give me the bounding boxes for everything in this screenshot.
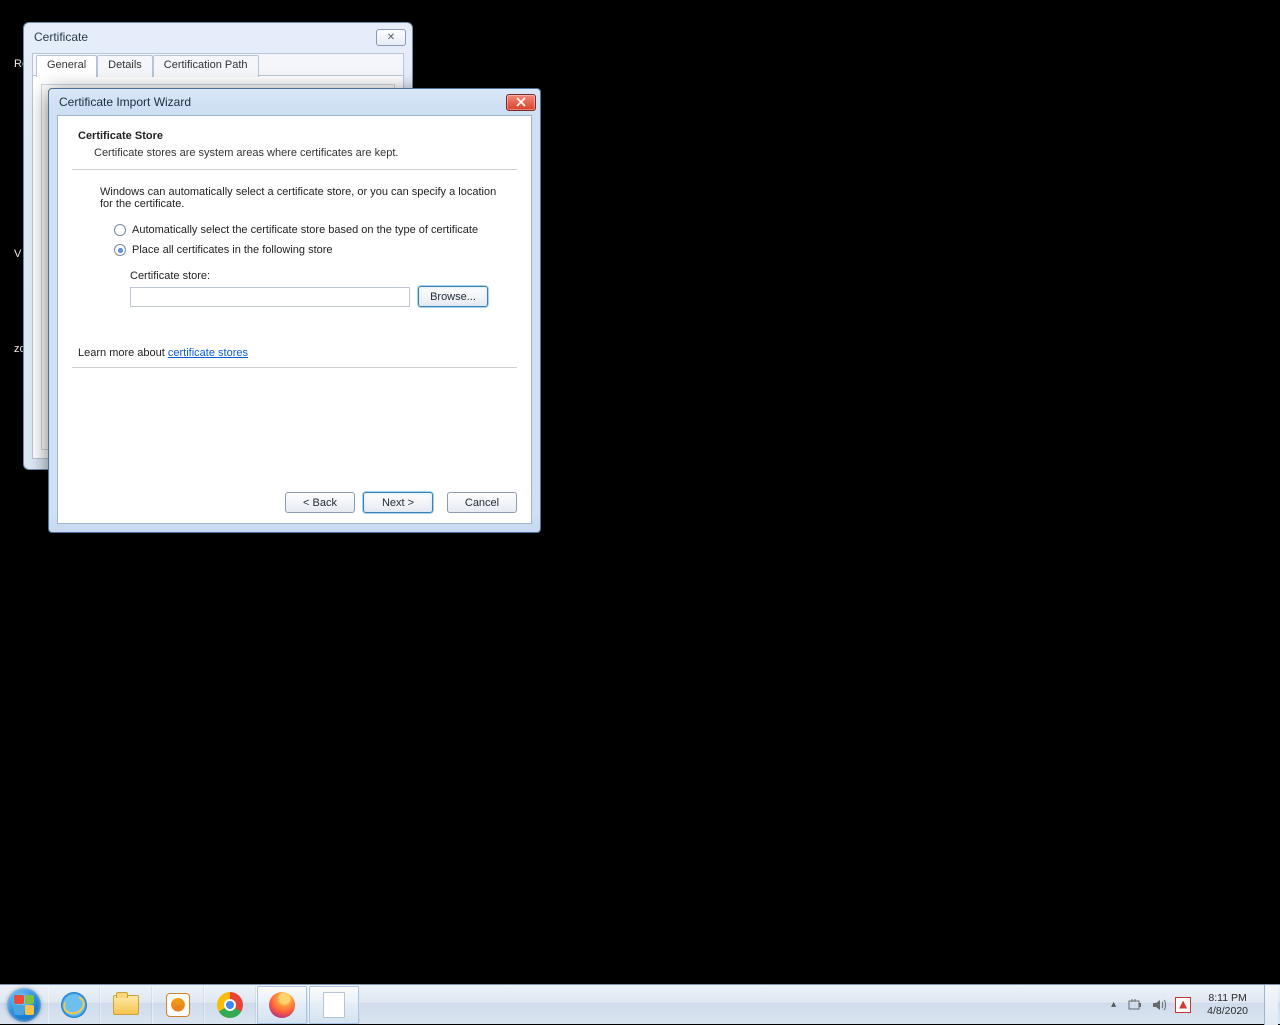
wizard-titlebar[interactable]: Certificate Import Wizard	[49, 89, 540, 115]
certificate-store-label: Certificate store:	[130, 270, 517, 282]
close-icon: ✕	[387, 32, 395, 43]
certificate-tabstrip: General Details Certification Path	[33, 54, 403, 76]
taskbar-document[interactable]	[308, 986, 360, 1024]
radio-auto-label: Automatically select the certificate sto…	[132, 224, 478, 236]
taskbar-clock[interactable]: 8:11 PM 4/8/2020	[1199, 992, 1256, 1018]
close-icon	[516, 97, 526, 107]
start-button[interactable]	[0, 985, 48, 1025]
taskbar-pinned	[48, 985, 360, 1024]
taskbar: ▴ 8:11 PM 4/8/2020	[0, 984, 1280, 1024]
wizard-close-button[interactable]	[506, 94, 536, 111]
certificate-store-block: Certificate store: Browse...	[130, 270, 517, 307]
ie-icon	[61, 992, 87, 1018]
folder-icon	[113, 995, 139, 1015]
wizard-info-text: Windows can automatically select a certi…	[100, 186, 500, 210]
radio-place-label: Place all certificates in the following …	[132, 244, 333, 256]
certificate-titlebar[interactable]: Certificate ✕	[24, 23, 412, 51]
wizard-body: Certificate Store Certificate stores are…	[57, 115, 532, 524]
wizard-title: Certificate Import Wizard	[59, 95, 506, 109]
taskbar-chrome[interactable]	[204, 986, 256, 1024]
divider	[72, 169, 517, 170]
clock-date: 4/8/2020	[1207, 1005, 1248, 1018]
divider	[72, 367, 517, 368]
wizard-section-desc: Certificate stores are system areas wher…	[94, 147, 517, 159]
learn-more: Learn more about certificate stores	[78, 347, 517, 359]
taskbar-explorer[interactable]	[100, 986, 152, 1024]
windows-logo-icon	[7, 988, 41, 1022]
tab-details[interactable]: Details	[97, 55, 153, 77]
certificate-store-input[interactable]	[130, 287, 410, 307]
certificate-import-wizard: Certificate Import Wizard Certificate St…	[48, 88, 541, 533]
tab-certification-path[interactable]: Certification Path	[153, 55, 259, 77]
clock-time: 8:11 PM	[1207, 992, 1248, 1005]
tab-general[interactable]: General	[36, 55, 97, 77]
learn-prefix: Learn more about	[78, 347, 168, 359]
volume-icon[interactable]	[1151, 997, 1167, 1013]
back-button[interactable]: < Back	[285, 492, 355, 513]
learn-link[interactable]: certificate stores	[168, 347, 248, 359]
show-hidden-icons[interactable]: ▴	[1108, 999, 1119, 1010]
media-player-icon	[166, 993, 190, 1017]
desktop-icon-label: V	[14, 248, 21, 260]
power-icon[interactable]	[1127, 997, 1143, 1013]
radio-icon	[114, 224, 126, 236]
taskbar-media-player[interactable]	[152, 986, 204, 1024]
certificate-close-button[interactable]: ✕	[376, 29, 406, 46]
system-tray: ▴ 8:11 PM 4/8/2020	[1102, 985, 1280, 1024]
browse-button[interactable]: Browse...	[418, 286, 488, 307]
cancel-button[interactable]: Cancel	[447, 492, 517, 513]
show-desktop-button[interactable]	[1264, 985, 1278, 1025]
document-icon	[323, 992, 345, 1018]
radio-place-all[interactable]: Place all certificates in the following …	[114, 244, 517, 256]
firefox-icon	[269, 992, 295, 1018]
chrome-icon	[217, 992, 243, 1018]
wizard-section-title: Certificate Store	[78, 130, 517, 142]
certificate-title: Certificate	[34, 30, 376, 44]
taskbar-ie[interactable]	[48, 986, 100, 1024]
next-button[interactable]: Next >	[363, 492, 433, 513]
radio-auto-select[interactable]: Automatically select the certificate sto…	[114, 224, 517, 236]
taskbar-firefox[interactable]	[256, 986, 308, 1024]
action-center-icon[interactable]	[1175, 997, 1191, 1013]
radio-icon	[114, 244, 126, 256]
wizard-button-row: < Back Next > Cancel	[72, 490, 517, 513]
